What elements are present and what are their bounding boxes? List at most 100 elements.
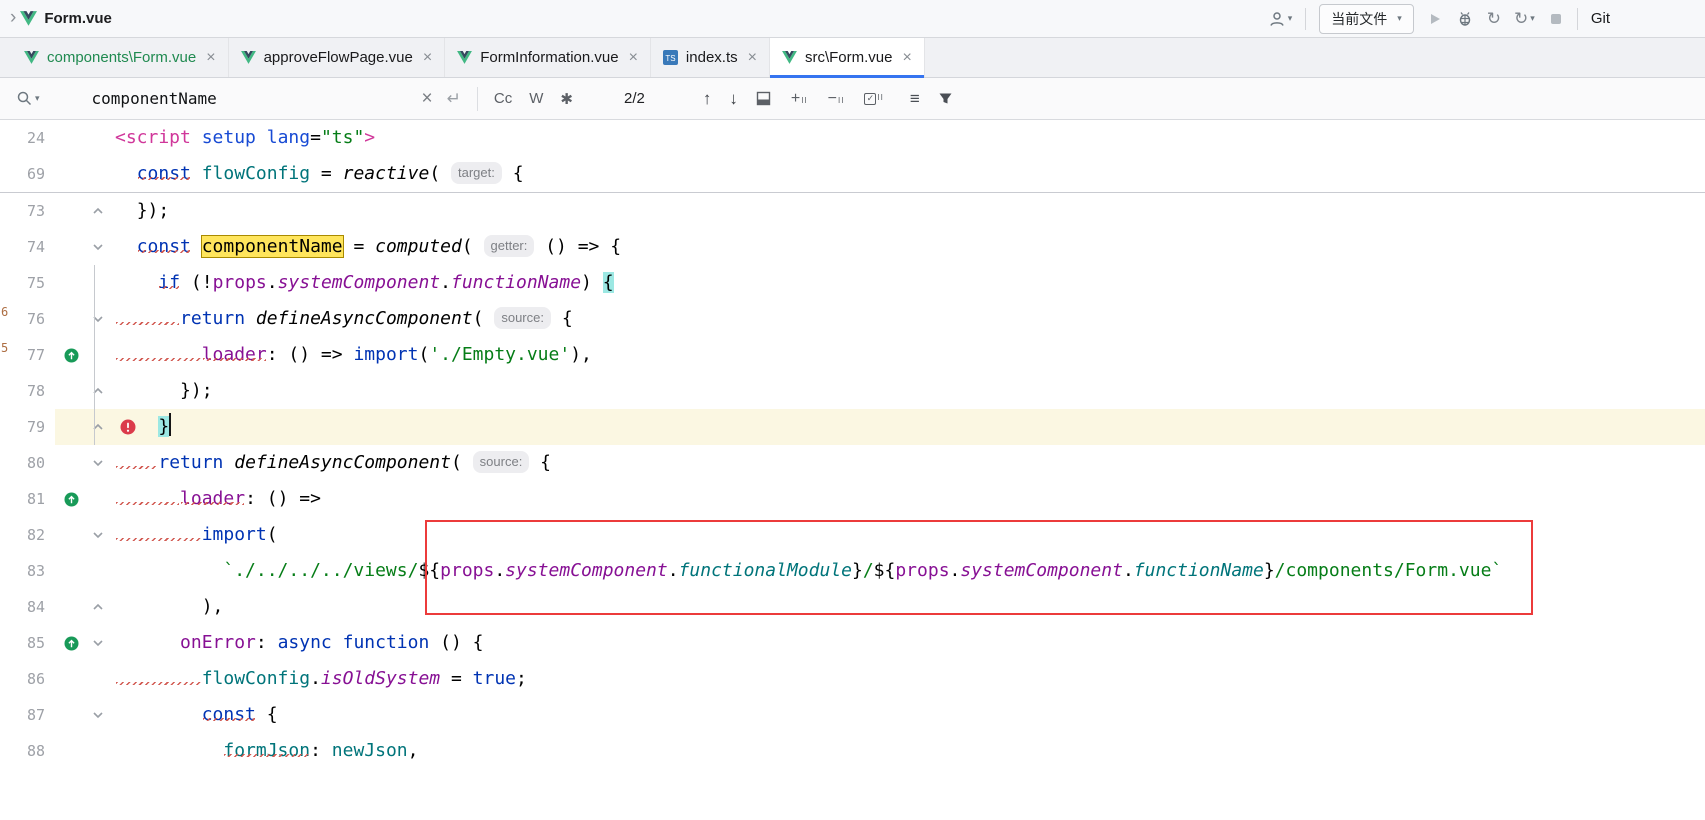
vue-file-icon	[457, 51, 472, 64]
tab-close-icon[interactable]: ×	[902, 49, 911, 67]
code-line[interactable]: const {	[115, 697, 1705, 733]
line-number[interactable]: 76	[0, 301, 55, 337]
code-line[interactable]: onError: async function () {	[115, 625, 1705, 661]
code-line[interactable]: }	[115, 409, 1705, 445]
clear-search-icon[interactable]: ×	[422, 88, 433, 110]
line-number[interactable]: 77	[0, 337, 55, 373]
filter-funnel-icon[interactable]	[938, 91, 953, 106]
fold-end-icon[interactable]	[92, 601, 104, 613]
fold-column	[88, 373, 115, 409]
run-button[interactable]	[1427, 11, 1443, 27]
fold-open-icon[interactable]	[92, 709, 104, 721]
code-line[interactable]: import(	[115, 517, 1705, 553]
code-line[interactable]: flowConfig.isOldSystem = true;	[115, 661, 1705, 697]
line-number[interactable]: 75	[0, 265, 55, 301]
gutter-icon-column	[55, 156, 88, 192]
tab-forminformation-vue[interactable]: FormInformation.vue×	[445, 38, 651, 77]
line-number[interactable]: 84	[0, 589, 55, 625]
gutter-icon-column	[55, 661, 88, 697]
line-number[interactable]: 79	[0, 409, 55, 445]
code-line[interactable]: if (!props.systemComponent.functionName)…	[115, 265, 1705, 301]
tab-label: components\Form.vue	[47, 49, 196, 66]
select-all-occurrences-icon[interactable]: ✓II	[864, 92, 883, 105]
user-account-icon[interactable]: ▾	[1268, 11, 1293, 27]
stop-button[interactable]	[1548, 11, 1564, 27]
rerun-menu-icon[interactable]: ↻ ▾	[1514, 9, 1535, 29]
line-number[interactable]: 73	[0, 193, 55, 229]
tab-approveflowpage-vue[interactable]: approveFlowPage.vue×	[229, 38, 446, 77]
gutter-icon-column	[55, 301, 88, 337]
filter-lines-icon[interactable]: ≡	[910, 89, 920, 109]
code-line[interactable]: const componentName = computed( getter: …	[115, 229, 1705, 265]
tab-close-icon[interactable]: ×	[629, 49, 638, 67]
code-line[interactable]: formJson: newJson,	[115, 733, 1705, 769]
code-line[interactable]: loader: () =>	[115, 481, 1705, 517]
line-number[interactable]: 81	[0, 481, 55, 517]
fold-column	[88, 553, 115, 589]
fold-column	[88, 193, 115, 229]
gutter-icon-column	[55, 337, 88, 373]
line-number[interactable]: 88	[0, 733, 55, 769]
title-bar: › Form.vue ▾ 当前文件 ▾ ↻ ↻ ▾ Git	[0, 0, 1705, 38]
line-number[interactable]: 85	[0, 625, 55, 661]
open-in-tool-window-icon[interactable]	[756, 91, 771, 106]
regex-toggle[interactable]: ✱	[560, 90, 573, 108]
next-match-icon[interactable]: ↓	[729, 89, 738, 109]
debug-button[interactable]	[1456, 10, 1474, 27]
code-line[interactable]: ),	[115, 589, 1705, 625]
code-line[interactable]: const flowConfig = reactive( target: {	[115, 156, 1705, 192]
line-number[interactable]: 74	[0, 229, 55, 265]
match-case-toggle[interactable]: Cc	[494, 90, 512, 107]
code-line[interactable]: <script setup lang="ts">	[115, 120, 1705, 156]
code-line[interactable]: loader: () => import('./Empty.vue'),	[115, 337, 1705, 373]
line-number[interactable]: 87	[0, 697, 55, 733]
line-number[interactable]: 80	[0, 445, 55, 481]
newline-icon[interactable]: ↵	[447, 89, 461, 109]
gutter-navigate-up-icon[interactable]	[64, 636, 79, 651]
tab-close-icon[interactable]: ×	[206, 49, 215, 67]
fold-open-icon[interactable]	[92, 457, 104, 469]
fold-open-icon[interactable]	[92, 241, 104, 253]
code-line[interactable]: });	[115, 193, 1705, 229]
add-occurrence-icon[interactable]: +II	[791, 90, 808, 108]
rerun-glyph: ↻	[1514, 9, 1528, 29]
fold-column	[88, 481, 115, 517]
gutter-icon-column	[55, 265, 88, 301]
gutter-navigate-up-icon[interactable]	[64, 492, 79, 507]
line-number[interactable]: 69	[0, 156, 55, 192]
code-line[interactable]: `./../../../views/${props.systemComponen…	[115, 553, 1705, 589]
gutter-navigate-up-icon[interactable]	[64, 348, 79, 363]
code-line[interactable]: return defineAsyncComponent( source: {	[115, 445, 1705, 481]
tab-close-icon[interactable]: ×	[423, 49, 432, 67]
line-number[interactable]: 86	[0, 661, 55, 697]
error-icon[interactable]	[120, 419, 136, 435]
search-icon[interactable]: ▾	[16, 90, 40, 107]
fold-column	[88, 589, 115, 625]
tab-close-icon[interactable]: ×	[748, 49, 757, 67]
line-number[interactable]: 24	[0, 120, 55, 156]
line-number[interactable]: 83	[0, 553, 55, 589]
fold-end-icon[interactable]	[92, 205, 104, 217]
vue-logo-icon	[20, 11, 37, 26]
code-editor[interactable]: 24 <script setup lang="ts"> 69 const flowC…	[0, 120, 1705, 820]
fold-open-icon[interactable]	[92, 637, 104, 649]
search-input[interactable]: componentName	[92, 89, 422, 108]
line-number[interactable]: 82	[0, 517, 55, 553]
whole-words-toggle[interactable]: W	[529, 90, 543, 107]
tab-components-form-vue[interactable]: components\Form.vue ×	[12, 38, 229, 77]
nav-back-chevron-icon[interactable]: ›	[10, 7, 16, 29]
remove-occurrence-icon[interactable]: −II	[828, 90, 845, 108]
code-line[interactable]: });	[115, 373, 1705, 409]
run-configuration-selector[interactable]: 当前文件 ▾	[1319, 4, 1414, 34]
tab-src-form-vue[interactable]: src\Form.vue×	[770, 38, 925, 77]
previous-match-icon[interactable]: ↑	[703, 89, 712, 109]
tab-index-ts[interactable]: TSindex.ts×	[651, 38, 770, 77]
code-line[interactable]: return defineAsyncComponent( source: {	[115, 301, 1705, 337]
line-number[interactable]: 78	[0, 373, 55, 409]
editor-row: 75 if (!props.systemComponent.functionNa…	[0, 265, 1705, 301]
fold-column	[88, 265, 115, 301]
update-project-icon[interactable]: ↻	[1487, 9, 1501, 29]
fold-open-icon[interactable]	[92, 529, 104, 541]
git-menu-label[interactable]: Git	[1591, 10, 1610, 27]
fold-column	[88, 517, 115, 553]
